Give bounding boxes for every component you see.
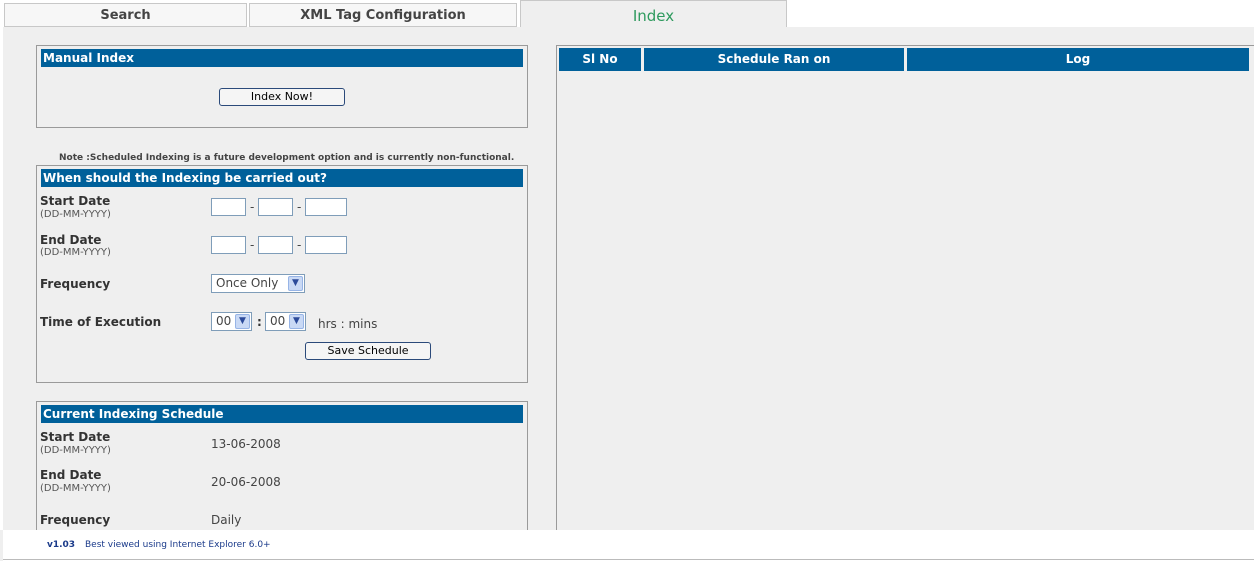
footer-divider	[3, 559, 1254, 560]
hours-selected-value: 00	[216, 314, 232, 328]
start-date-month-input[interactable]	[258, 198, 293, 216]
frequency-label: Frequency	[40, 277, 111, 291]
start-date-label: Start Date	[40, 194, 111, 208]
start-date-day-input[interactable]	[211, 198, 246, 216]
chevron-down-icon: ▼	[288, 276, 303, 291]
current-start-date-hint: (DD-MM-YYYY)	[40, 445, 111, 456]
current-frequency-value: Daily	[211, 513, 242, 527]
tab-index[interactable]: Index	[520, 0, 787, 28]
index-now-button[interactable]: Index Now!	[219, 88, 345, 106]
browser-hint: Best viewed using Internet Explorer 6.0+	[85, 540, 271, 550]
current-start-date-value: 13-06-2008	[211, 437, 281, 451]
tab-bar: Search XML Tag Configuration Index	[0, 0, 1254, 28]
minutes-selected-value: 00	[270, 314, 286, 328]
end-date-year-input[interactable]	[305, 236, 347, 254]
time-unit-label: hrs : mins	[318, 317, 378, 331]
current-frequency-label: Frequency	[40, 513, 111, 527]
date-separator: -	[250, 238, 255, 252]
time-separator: :	[257, 315, 262, 329]
schedule-form-panel: When should the Indexing be carried out?…	[36, 165, 528, 383]
end-date-format-hint: (DD-MM-YYYY)	[40, 247, 111, 258]
date-separator: -	[297, 238, 302, 252]
column-header-sl-no: Sl No	[559, 48, 641, 71]
index-page: Manual Index Index Now! Note :Scheduled …	[3, 27, 1254, 541]
manual-index-header: Manual Index	[41, 49, 523, 67]
scheduled-indexing-note: Note :Scheduled Indexing is a future dev…	[59, 153, 515, 163]
current-end-date-hint: (DD-MM-YYYY)	[40, 483, 111, 494]
minutes-select[interactable]: 00 ▼	[265, 312, 306, 331]
chevron-down-icon: ▼	[289, 314, 304, 329]
date-separator: -	[250, 200, 255, 214]
tab-search[interactable]: Search	[4, 3, 247, 27]
column-header-schedule-ran-on: Schedule Ran on	[644, 48, 904, 71]
manual-index-panel: Manual Index Index Now!	[36, 45, 528, 128]
column-header-log: Log	[907, 48, 1249, 71]
schedule-form-header: When should the Indexing be carried out?	[41, 169, 523, 187]
current-end-date-value: 20-06-2008	[211, 475, 281, 489]
time-of-execution-label: Time of Execution	[40, 315, 162, 329]
frequency-selected-value: Once Only	[216, 276, 279, 290]
frequency-select[interactable]: Once Only ▼	[211, 274, 305, 293]
tab-xml-tag-configuration[interactable]: XML Tag Configuration	[249, 3, 517, 27]
end-date-label: End Date	[40, 233, 102, 247]
save-schedule-button[interactable]: Save Schedule	[305, 342, 431, 360]
version-label: v1.03	[47, 540, 76, 550]
start-date-year-input[interactable]	[305, 198, 347, 216]
chevron-down-icon: ▼	[235, 314, 250, 329]
current-schedule-panel: Current Indexing Schedule Start Date (DD…	[36, 401, 528, 541]
current-start-date-label: Start Date	[40, 430, 111, 444]
current-schedule-header: Current Indexing Schedule	[41, 405, 523, 423]
end-date-month-input[interactable]	[258, 236, 293, 254]
hours-select[interactable]: 00 ▼	[211, 312, 252, 331]
start-date-format-hint: (DD-MM-YYYY)	[40, 209, 111, 220]
date-separator: -	[297, 200, 302, 214]
footer: v1.03 Best viewed using Internet Explore…	[0, 530, 1254, 561]
schedule-log-panel: Sl No Schedule Ran on Log	[556, 45, 1254, 535]
current-end-date-label: End Date	[40, 468, 102, 482]
end-date-day-input[interactable]	[211, 236, 246, 254]
